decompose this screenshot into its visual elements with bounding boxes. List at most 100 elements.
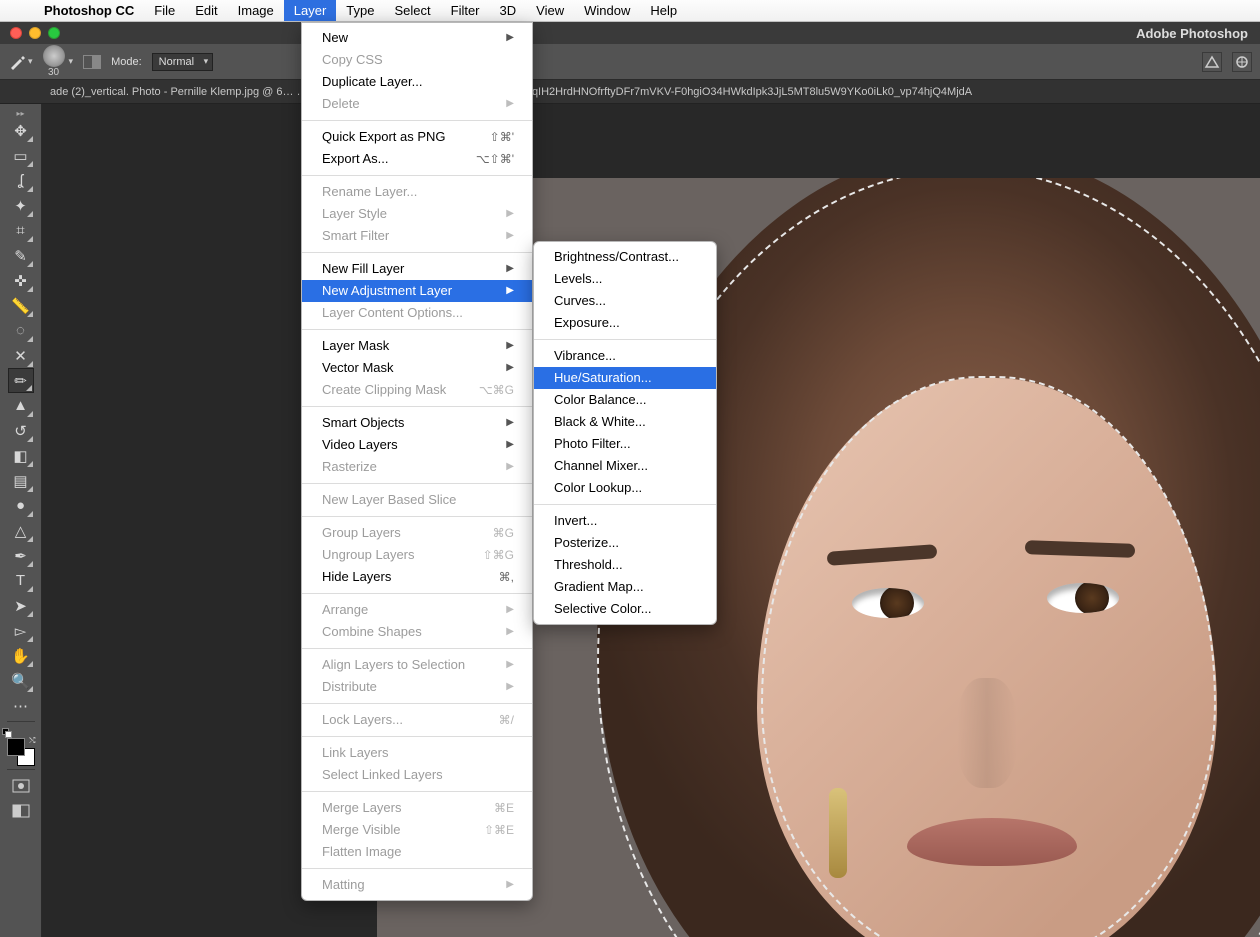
- spot-heal-tool[interactable]: ✜: [8, 268, 34, 293]
- minimize-window-button[interactable]: [29, 27, 41, 39]
- menu-separator: [302, 868, 532, 869]
- menu-3d[interactable]: 3D: [490, 0, 527, 21]
- quick-mask-button[interactable]: [8, 773, 34, 798]
- panel-grip-icon[interactable]: ▸▸: [7, 108, 35, 118]
- path-selection-tool[interactable]: ➤: [8, 593, 34, 618]
- submenu-arrow-icon: ▶: [506, 260, 514, 278]
- mix-tool[interactable]: ✕: [8, 343, 34, 368]
- history-brush-tool[interactable]: ↺: [8, 418, 34, 443]
- move-tool[interactable]: ✥: [8, 118, 34, 143]
- adjustment-item-hue-saturation[interactable]: Hue/Saturation...: [534, 367, 716, 389]
- adjustment-item-threshold[interactable]: Threshold...: [534, 554, 716, 576]
- adjustment-item-photo-filter[interactable]: Photo Filter...: [534, 433, 716, 455]
- menu-item-label: Align Layers to Selection: [322, 656, 465, 674]
- submenu-arrow-icon: ▶: [506, 458, 514, 476]
- adjustment-item-gradient-map[interactable]: Gradient Map...: [534, 576, 716, 598]
- crop-tool[interactable]: ⌗: [8, 218, 34, 243]
- layer-menu-item-smart-objects[interactable]: Smart Objects▶: [302, 412, 532, 434]
- gradient-tool[interactable]: ▤: [8, 468, 34, 493]
- menu-item-label: Create Clipping Mask: [322, 381, 446, 399]
- swap-colors-icon[interactable]: ⤭: [29, 736, 35, 746]
- layer-menu-item-new[interactable]: New▶: [302, 27, 532, 49]
- toggle-brush-panel-button[interactable]: [83, 55, 101, 69]
- current-tool-icon[interactable]: ▾: [8, 52, 33, 72]
- adjustment-item-invert[interactable]: Invert...: [534, 510, 716, 532]
- menu-item-label: Color Balance...: [554, 391, 647, 409]
- hand-tool[interactable]: ✋: [8, 643, 34, 668]
- menu-item-label: Quick Export as PNG: [322, 128, 446, 146]
- layer-menu-item-copy-css: Copy CSS: [302, 49, 532, 71]
- more-tools-icon[interactable]: ⋯: [8, 693, 34, 718]
- layer-menu-item-new-fill-layer[interactable]: New Fill Layer ▶: [302, 258, 532, 280]
- brush-preset-picker[interactable]: 30 ▾: [43, 45, 74, 78]
- layer-menu-item-hide-layers[interactable]: Hide Layers ⌘,: [302, 566, 532, 588]
- adjustment-item-vibrance[interactable]: Vibrance...: [534, 345, 716, 367]
- zoom-window-button[interactable]: [48, 27, 60, 39]
- adjustment-item-black-white[interactable]: Black & White...: [534, 411, 716, 433]
- menu-help[interactable]: Help: [640, 0, 687, 21]
- adjustment-item-exposure[interactable]: Exposure...: [534, 312, 716, 334]
- menu-window[interactable]: Window: [574, 0, 640, 21]
- menu-separator: [302, 120, 532, 121]
- menu-layer[interactable]: Layer: [284, 0, 337, 21]
- close-window-button[interactable]: [10, 27, 22, 39]
- adjustment-item-channel-mixer[interactable]: Channel Mixer...: [534, 455, 716, 477]
- pressure-opacity-icon[interactable]: [1202, 52, 1222, 72]
- layer-menu-item-combine-shapes: Combine Shapes▶: [302, 621, 532, 643]
- layer-menu-item-video-layers[interactable]: Video Layers▶: [302, 434, 532, 456]
- menu-filter[interactable]: Filter: [441, 0, 490, 21]
- adjustment-item-posterize[interactable]: Posterize...: [534, 532, 716, 554]
- layer-menu-item-quick-export-as-png[interactable]: Quick Export as PNG⇧⌘': [302, 126, 532, 148]
- layer-menu-item-new-adjustment-layer[interactable]: New Adjustment Layer▶: [302, 280, 532, 302]
- menu-file[interactable]: File: [144, 0, 185, 21]
- menu-item-label: Hide Layers: [322, 568, 391, 586]
- menu-select[interactable]: Select: [384, 0, 440, 21]
- layer-menu-item-matting: Matting▶: [302, 874, 532, 896]
- menu-type[interactable]: Type: [336, 0, 384, 21]
- mode-label: Mode:: [111, 56, 142, 68]
- adjustment-item-selective-color[interactable]: Selective Color...: [534, 598, 716, 620]
- screen-mode-button[interactable]: [8, 798, 34, 823]
- adjustment-item-brightness-contrast[interactable]: Brightness/Contrast...: [534, 246, 716, 268]
- brush-tool[interactable]: ✏: [8, 368, 34, 393]
- airbrush-icon[interactable]: [1232, 52, 1252, 72]
- app-name[interactable]: Photoshop CC: [34, 3, 144, 18]
- menu-item-label: Copy CSS: [322, 51, 383, 69]
- quick-selection-tool[interactable]: ◌: [8, 318, 34, 343]
- submenu-arrow-icon: ▶: [506, 205, 514, 223]
- menu-shortcut: ⌘,: [499, 568, 514, 586]
- menu-item-label: Exposure...: [554, 314, 620, 332]
- lasso-tool[interactable]: ʆ: [8, 168, 34, 193]
- adjustment-item-color-lookup[interactable]: Color Lookup...: [534, 477, 716, 499]
- magic-wand-tool[interactable]: ✦: [8, 193, 34, 218]
- stamp-tool[interactable]: ▲: [8, 393, 34, 418]
- menu-image[interactable]: Image: [228, 0, 284, 21]
- layer-menu-item-export-as[interactable]: Export As...⌥⇧⌘': [302, 148, 532, 170]
- blend-mode-select[interactable]: Normal ▾: [152, 53, 213, 71]
- ruler-tool[interactable]: 📏: [8, 293, 34, 318]
- eraser-tool[interactable]: ◧: [8, 443, 34, 468]
- zoom-tool[interactable]: 🔍: [8, 668, 34, 693]
- color-swatches[interactable]: ⤭: [7, 738, 35, 766]
- brush-preview-icon: [43, 45, 65, 67]
- layer-menu-item-layer-mask[interactable]: Layer Mask▶: [302, 335, 532, 357]
- adjustment-item-curves[interactable]: Curves...: [534, 290, 716, 312]
- direct-selection-tool[interactable]: ▻: [8, 618, 34, 643]
- default-colors-button[interactable]: [2, 728, 11, 737]
- menu-item-label: New Fill Layer: [322, 260, 404, 278]
- layer-menu-item-vector-mask[interactable]: Vector Mask▶: [302, 357, 532, 379]
- blur-tool[interactable]: ●: [8, 493, 34, 518]
- foreground-color[interactable]: [7, 738, 25, 756]
- marquee-tool[interactable]: ▭: [8, 143, 34, 168]
- menu-edit[interactable]: Edit: [185, 0, 227, 21]
- adjustment-item-color-balance[interactable]: Color Balance...: [534, 389, 716, 411]
- pen-tool[interactable]: ✒: [8, 543, 34, 568]
- adjustment-item-levels[interactable]: Levels...: [534, 268, 716, 290]
- submenu-arrow-icon: ▶: [506, 282, 514, 300]
- eyedropper-tool[interactable]: ✎: [8, 243, 34, 268]
- dodge-tool[interactable]: △: [8, 518, 34, 543]
- menu-view[interactable]: View: [526, 0, 574, 21]
- menu-item-label: Hue/Saturation...: [554, 369, 652, 387]
- type-tool[interactable]: T: [8, 568, 34, 593]
- layer-menu-item-duplicate-layer[interactable]: Duplicate Layer...: [302, 71, 532, 93]
